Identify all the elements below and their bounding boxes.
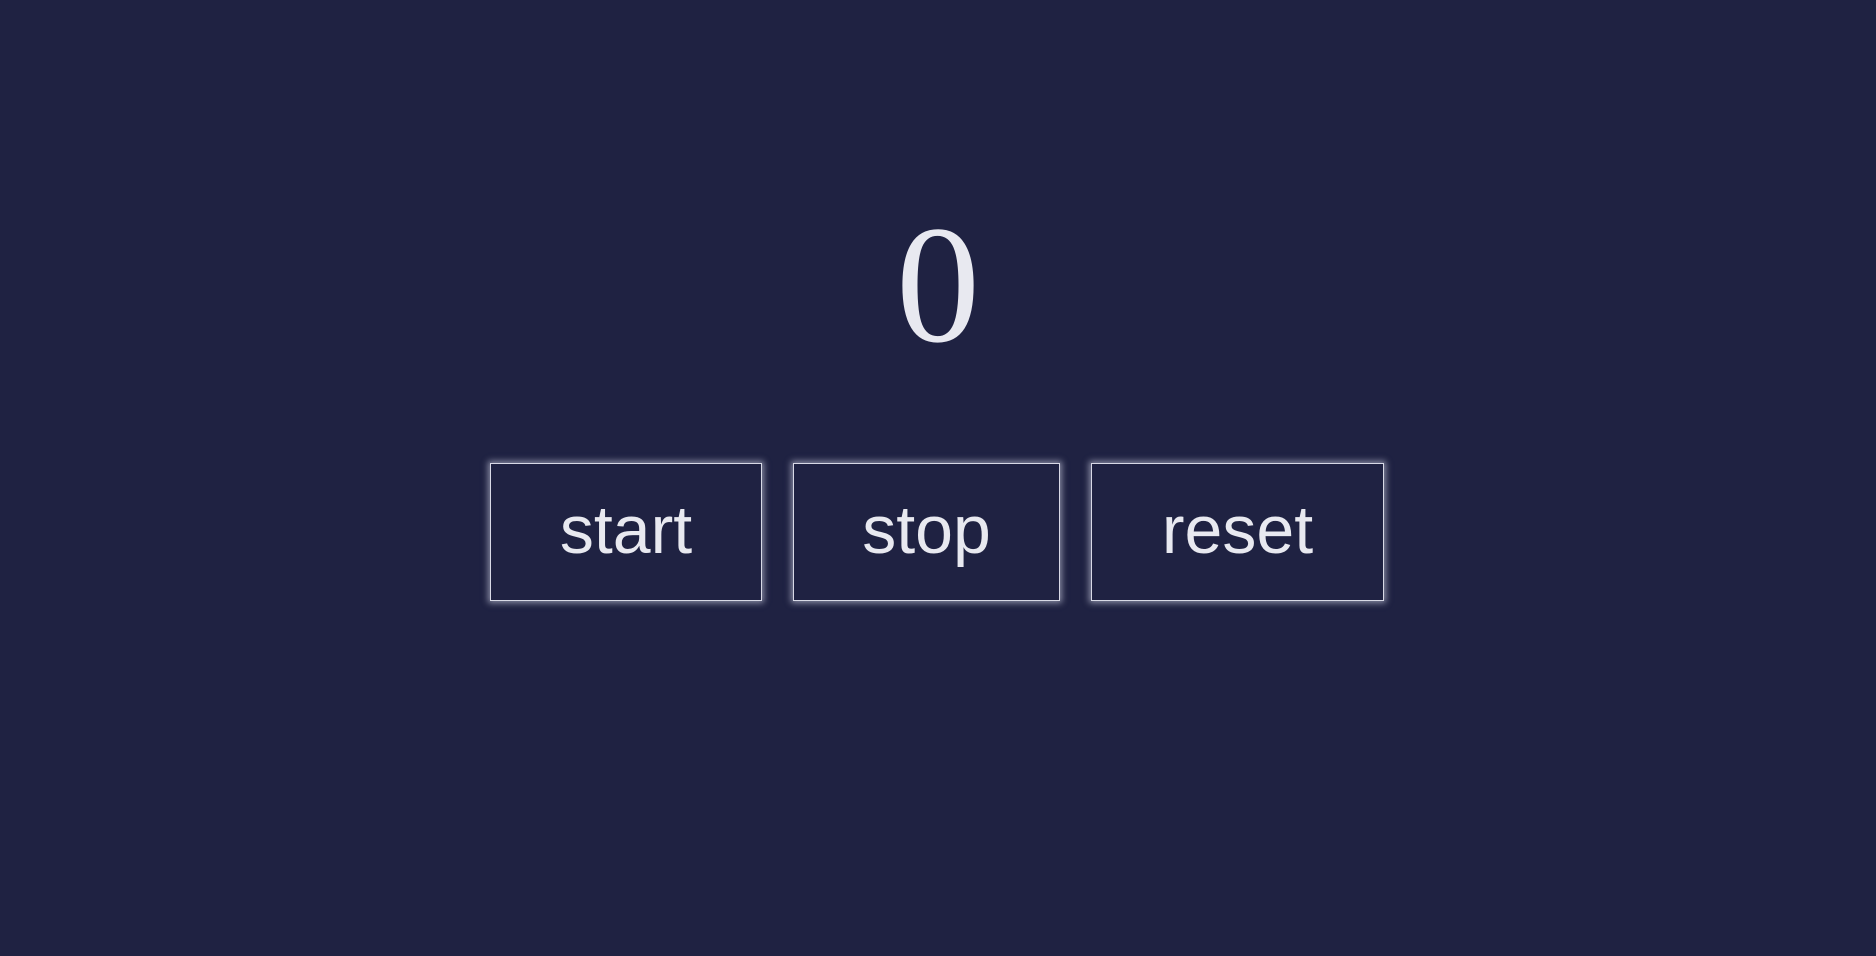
stopwatch-app: 0 start stop reset bbox=[0, 0, 1876, 956]
control-buttons: start stop reset bbox=[0, 463, 1876, 603]
reset-button[interactable]: reset bbox=[1091, 463, 1384, 601]
stop-button[interactable]: stop bbox=[793, 463, 1060, 601]
counter-display: 0 bbox=[896, 192, 980, 378]
start-button[interactable]: start bbox=[490, 463, 762, 601]
